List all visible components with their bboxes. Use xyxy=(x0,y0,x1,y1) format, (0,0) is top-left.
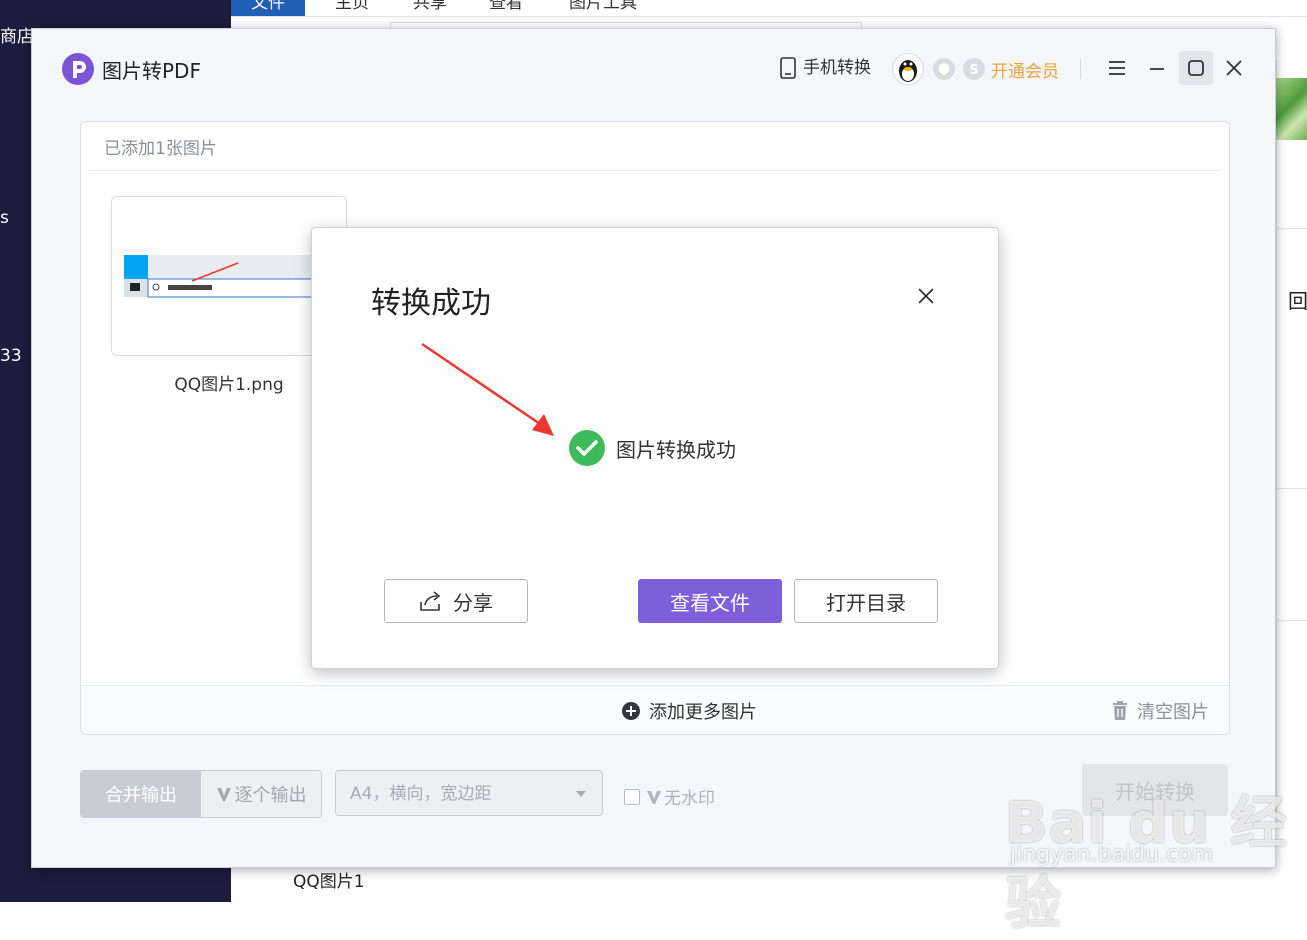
minimize-icon[interactable] xyxy=(1140,51,1174,85)
host-side-text: 回 xyxy=(1288,289,1307,313)
share-button[interactable]: 分享 xyxy=(384,579,528,623)
host-right-pane xyxy=(1276,60,1307,820)
close-icon[interactable] xyxy=(914,284,938,308)
host-tab-share[interactable]: 共享 xyxy=(393,0,467,16)
shield-icon[interactable] xyxy=(933,58,955,80)
host-tab-picture-tools[interactable]: 图片工具 xyxy=(549,0,657,16)
open-directory-button[interactable]: 打开目录 xyxy=(794,579,938,623)
baidu-watermark-url: jingyan.baidu.com xyxy=(1010,842,1214,867)
dialog-title: 转换成功 xyxy=(371,286,491,321)
clear-images-button[interactable]: 清空图片 xyxy=(1111,698,1209,724)
host-file-caption: QQ图片1 xyxy=(293,872,365,892)
host-divider xyxy=(1276,488,1307,489)
merge-output-option[interactable]: 合并输出 xyxy=(81,771,201,817)
success-row: 图片转换成功 xyxy=(568,429,736,467)
no-watermark-label: 无水印 xyxy=(664,789,715,809)
check-circle-icon xyxy=(569,430,605,466)
coin-icon[interactable]: S xyxy=(963,58,985,80)
desktop-text-shop: 商店 xyxy=(0,27,34,47)
host-thumbnail xyxy=(1276,78,1307,140)
phone-icon[interactable] xyxy=(780,57,796,79)
red-arrow-annotation xyxy=(421,342,554,436)
avatar[interactable] xyxy=(892,53,924,85)
host-divider xyxy=(1276,228,1307,229)
share-icon xyxy=(420,591,441,611)
phone-convert-link[interactable]: 手机转换 xyxy=(803,57,871,79)
close-icon[interactable] xyxy=(1217,51,1251,85)
no-watermark-checkbox[interactable] xyxy=(624,788,640,805)
host-divider xyxy=(1276,620,1307,621)
paper-size-value: A4，横向，宽边距 xyxy=(350,784,492,804)
chevron-down-icon xyxy=(576,791,586,797)
host-tab-file[interactable]: 文件 xyxy=(231,0,305,16)
host-tab-home[interactable]: 主页 xyxy=(315,0,389,16)
trash-icon xyxy=(1113,701,1127,720)
clear-images-label: 清空图片 xyxy=(1137,702,1209,723)
no-watermark-option[interactable]: 无水印 xyxy=(624,784,715,809)
output-mode-toggle: 合并输出 逐个输出 xyxy=(80,770,322,818)
single-output-option[interactable]: 逐个输出 xyxy=(201,771,321,817)
app-logo-icon xyxy=(62,53,94,85)
view-file-button[interactable]: 查看文件 xyxy=(638,579,782,623)
desktop-text-s: s xyxy=(0,208,9,228)
success-dialog: 转换成功 图片转换成功 分享 查看文件 打开目录 xyxy=(311,227,999,669)
host-ribbon: 文件 主页 共享 查看 图片工具 xyxy=(231,0,1307,17)
panel-footer: 添加更多图片 清空图片 xyxy=(81,685,1229,734)
menu-icon[interactable] xyxy=(1100,51,1134,85)
desktop-text-33: 33 xyxy=(0,346,22,366)
app-title: 图片转PDF xyxy=(102,59,201,83)
maximize-icon[interactable] xyxy=(1179,51,1213,85)
share-label: 分享 xyxy=(453,590,493,615)
add-more-images-button[interactable]: 添加更多图片 xyxy=(621,698,757,724)
vip-v-icon xyxy=(216,788,231,801)
single-output-label: 逐个输出 xyxy=(234,785,307,806)
added-count-label: 已添加1张图片 xyxy=(104,139,217,159)
panel-divider xyxy=(89,170,1221,171)
vip-link[interactable]: 开通会员 xyxy=(991,57,1059,82)
add-more-label: 添加更多图片 xyxy=(649,702,757,723)
svg-text:S: S xyxy=(969,63,978,78)
paper-size-select[interactable]: A4，横向，宽边距 xyxy=(335,770,603,816)
header-separator xyxy=(1080,59,1081,79)
plus-circle-icon xyxy=(622,702,640,720)
host-tab-view[interactable]: 查看 xyxy=(469,0,543,16)
vip-v-icon xyxy=(647,790,661,804)
success-message: 图片转换成功 xyxy=(616,437,736,462)
